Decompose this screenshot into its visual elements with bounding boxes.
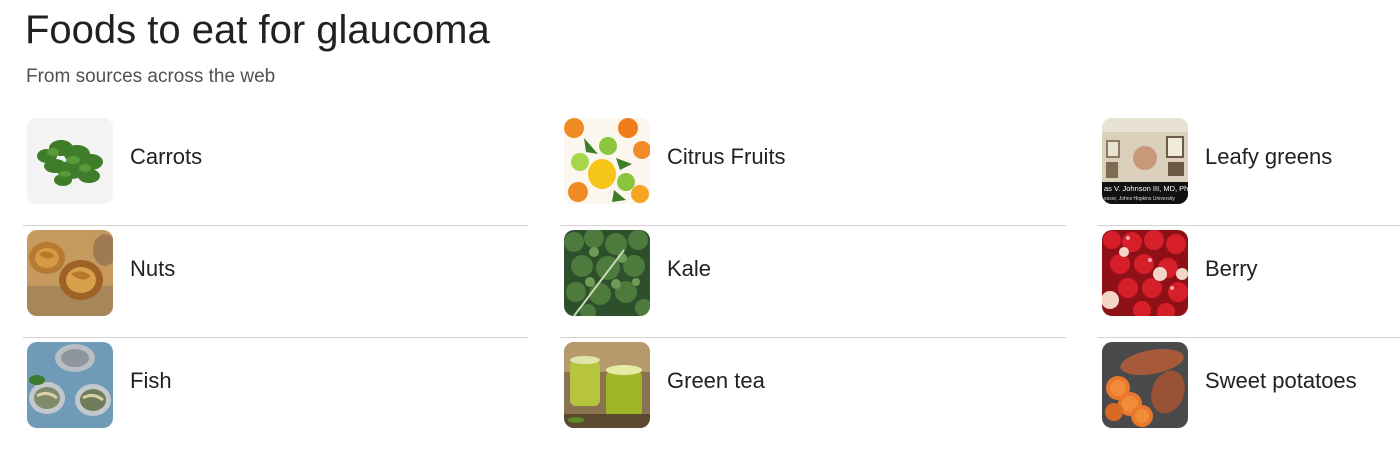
cherries-image xyxy=(1102,230,1188,316)
food-item-fish[interactable]: Fish xyxy=(23,338,528,450)
walnuts-image xyxy=(27,230,113,316)
food-item-leafy-greens[interactable]: as V. Johnson III, MD, PhD essor, Johns … xyxy=(1098,114,1400,226)
food-item-berry[interactable]: Berry xyxy=(1098,226,1400,338)
food-label: Berry xyxy=(1205,256,1258,281)
food-label: Nuts xyxy=(130,256,176,281)
food-item-green-tea[interactable]: Green tea xyxy=(560,338,1066,450)
canned-fish-image xyxy=(27,342,113,428)
food-item-carrots[interactable]: Carrots xyxy=(23,114,528,226)
citrus-fruits-image xyxy=(564,118,650,204)
foods-grid: Carrots Citrus Fruits as V. Johnson III,… xyxy=(0,0,1400,460)
food-label: Kale xyxy=(667,256,712,281)
food-item-sweet-potatoes[interactable]: Sweet potatoes xyxy=(1098,338,1400,450)
food-label: Citrus Fruits xyxy=(667,144,786,169)
doctor-video-thumbnail: as V. Johnson III, MD, PhD essor, Johns … xyxy=(1102,118,1188,204)
carrot-greens-image xyxy=(27,118,113,204)
food-item-nuts[interactable]: Nuts xyxy=(23,226,528,338)
food-item-citrus-fruits[interactable]: Citrus Fruits xyxy=(560,114,1066,226)
video-overlay-org: essor, Johns Hopkins University xyxy=(1104,196,1175,202)
video-overlay-name: as V. Johnson III, MD, PhD xyxy=(1104,184,1188,193)
food-label: Leafy greens xyxy=(1205,144,1333,169)
food-label: Sweet potatoes xyxy=(1205,368,1357,393)
food-label: Fish xyxy=(130,368,172,393)
sweet-potatoes-image xyxy=(1102,342,1188,428)
food-label: Green tea xyxy=(667,368,765,393)
kale-image xyxy=(564,230,650,316)
food-label: Carrots xyxy=(130,144,203,169)
green-tea-image xyxy=(564,342,650,428)
food-item-kale[interactable]: Kale xyxy=(560,226,1066,338)
